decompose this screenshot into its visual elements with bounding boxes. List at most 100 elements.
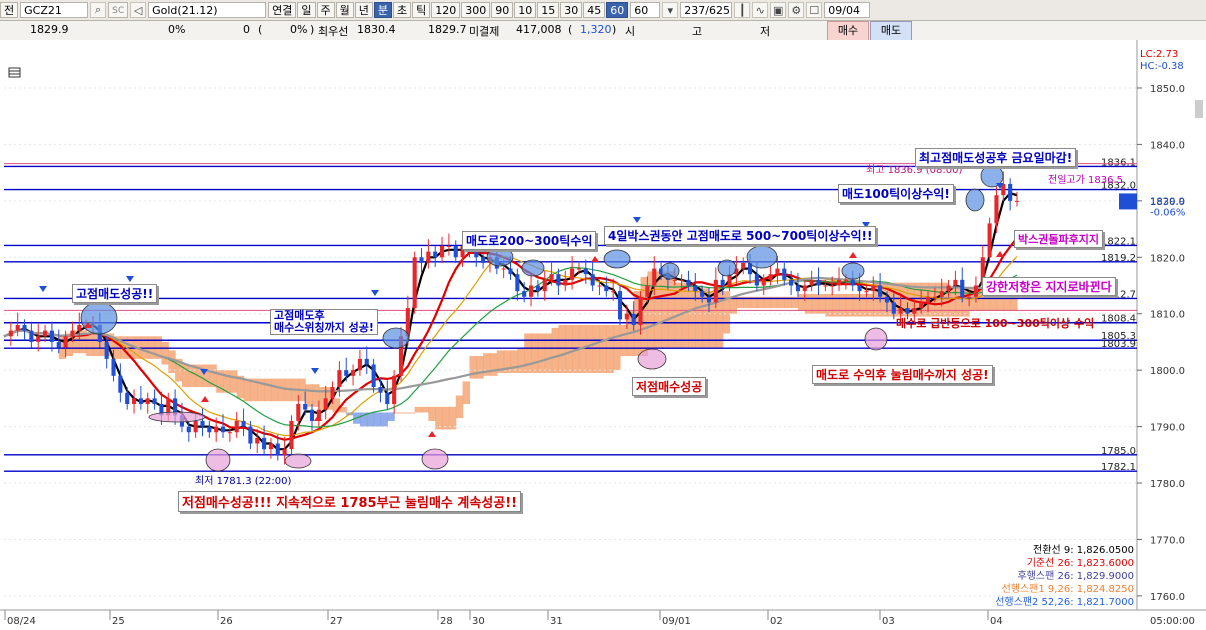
candle-body (125, 392, 130, 405)
period-button-14[interactable]: 45 (583, 2, 606, 18)
period-button-0[interactable]: 연결 (268, 2, 297, 18)
save-icon[interactable]: ▣ (770, 2, 787, 18)
search-icon[interactable]: ⌕ (90, 2, 107, 18)
highlight-ellipse (841, 262, 865, 280)
cloud-segment (558, 325, 566, 373)
interval-select[interactable]: 60 (630, 2, 661, 18)
candle-body (679, 279, 684, 281)
candle-body (528, 285, 534, 297)
period-button-3[interactable]: 월 (335, 2, 354, 18)
scrollbar-thumb[interactable] (1195, 100, 1203, 118)
period-button-9[interactable]: 300 (461, 2, 491, 18)
period-button-2[interactable]: 주 (316, 2, 335, 18)
count-total: /625 (705, 4, 730, 17)
date-field[interactable]: 09/04 (824, 2, 871, 18)
candle-body (77, 325, 82, 331)
candle-body (946, 285, 951, 292)
best-bid-label: 최우선 (318, 25, 349, 38)
candle-settings-icon[interactable]: ┃ (734, 2, 751, 18)
candle-body (871, 285, 876, 292)
cloud-segment (380, 412, 388, 427)
y-tick-label: 1820.0 (1150, 253, 1185, 264)
candle-body (741, 262, 746, 269)
chevron-down-icon[interactable]: ▾ (662, 2, 679, 18)
candle-body (323, 398, 328, 410)
cloud-segment (462, 381, 471, 405)
period-button-1[interactable]: 일 (297, 2, 316, 18)
candle-body (392, 375, 397, 405)
cloud-segment (606, 325, 614, 373)
sc-button[interactable]: SC (108, 2, 129, 18)
period-button-11[interactable]: 10 (514, 2, 537, 18)
candle-body (617, 291, 623, 320)
candle-body (960, 279, 965, 297)
buy-button[interactable]: 매수 (827, 21, 869, 41)
period-button-6[interactable]: 초 (393, 2, 412, 18)
quote-paren-close: ) (310, 23, 315, 36)
candle-body (994, 195, 999, 224)
x-tick-label: 03 (882, 616, 895, 627)
x-tick-label: 08/24 (7, 616, 36, 627)
best-ask: 1829.7 (428, 23, 467, 36)
count-field[interactable]: 237/625 (680, 2, 733, 18)
gear-icon[interactable]: ⚙ (788, 2, 805, 18)
candle-body (795, 285, 801, 292)
candle-body (419, 257, 424, 263)
y-tick-label: 1780.0 (1150, 479, 1185, 490)
price-label: 전일고가 1836.5 (1048, 174, 1123, 186)
cloud-segment (839, 293, 847, 317)
mode-button[interactable]: 전 (0, 2, 19, 18)
candle-body (49, 330, 54, 342)
candle-body (193, 420, 198, 433)
support-line-label: 1808.4 (1101, 314, 1136, 325)
period-button-5[interactable]: 분 (373, 2, 392, 18)
cloud-segment (312, 384, 320, 407)
cloud-segment (414, 406, 423, 413)
period-button-8[interactable]: 120 (431, 2, 461, 18)
candle-body (426, 251, 431, 263)
annotation-high-sell: 고점매도성공!! (72, 284, 158, 303)
cloud-segment (681, 282, 690, 348)
annotation-buy-rebound: 매수로 급반등으로 100~300틱이상 수익 (896, 317, 1095, 330)
price-chart[interactable]: 1836.11832.01822.11819.21812.71808.41805… (0, 40, 1206, 630)
speaker-icon[interactable]: ◁ (130, 2, 147, 18)
cloud-segment (688, 285, 696, 348)
period-button-15[interactable]: 60 (606, 2, 629, 18)
legend-entry: 선행스팬2 52,26: 1,821.7000 (995, 596, 1134, 608)
period-button-10[interactable]: 90 (491, 2, 514, 18)
trend-icon[interactable]: ∿ (752, 2, 769, 18)
cloud-segment (277, 378, 286, 402)
period-button-13[interactable]: 30 (560, 2, 583, 18)
highlight-ellipse (637, 348, 667, 370)
cloud-segment (229, 370, 238, 393)
candle-body (878, 285, 883, 297)
highlight-ellipse (148, 411, 206, 423)
period-button-4[interactable]: 년 (354, 2, 373, 18)
cloud-segment (825, 293, 833, 317)
open-interest: 417,008 (516, 23, 562, 36)
candle-body (864, 291, 869, 293)
x-tick-label: 28 (440, 616, 453, 627)
symbol-input[interactable]: GCZ21 (20, 2, 89, 18)
quote-paren-open: ( (258, 23, 263, 36)
candle-body (953, 279, 958, 286)
candle-body (152, 398, 157, 405)
candle-body (583, 268, 588, 275)
period-button-7[interactable]: 틱 (412, 2, 431, 18)
checkbox-icon[interactable]: ☐ (806, 2, 823, 18)
cloud-segment (435, 406, 443, 430)
high-label: 고 (692, 25, 703, 38)
candle-body (309, 409, 315, 421)
open-label: 시 (625, 25, 636, 38)
sell-button[interactable]: 매도 (870, 21, 912, 41)
candle-body (1008, 183, 1013, 201)
candle-body (446, 245, 451, 247)
candle-body (645, 285, 650, 297)
cloud-segment (832, 293, 840, 317)
candle-body (200, 420, 205, 427)
period-button-12[interactable]: 15 (537, 2, 560, 18)
candle-body (535, 285, 540, 292)
cloud-segment (161, 341, 169, 365)
annotation-box-range: 4일박스권동안 고점매도로 500~700틱이상수익!! (604, 226, 877, 245)
current-price-marker (1119, 193, 1137, 210)
